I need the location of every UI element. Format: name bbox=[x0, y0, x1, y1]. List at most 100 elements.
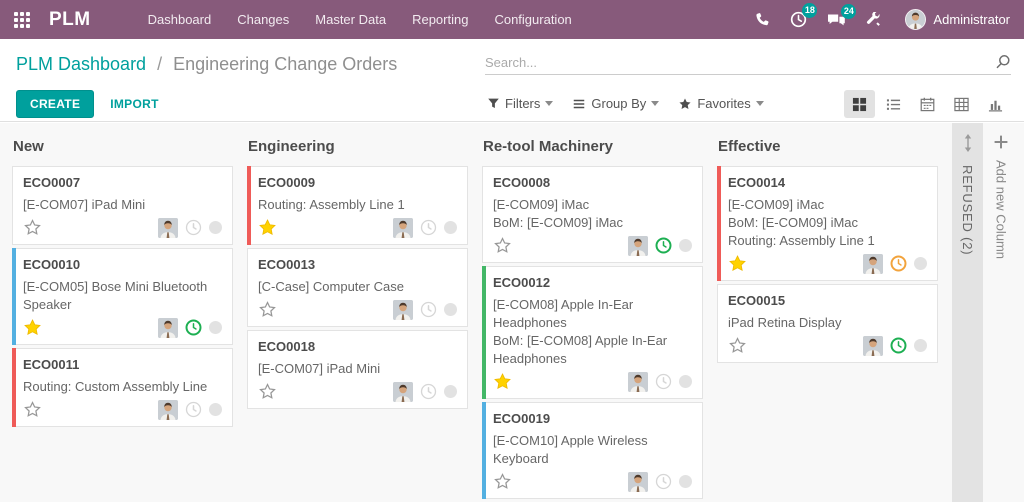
activity-clock-icon[interactable] bbox=[185, 219, 202, 236]
card-footer bbox=[493, 235, 692, 257]
kanban-state-dot[interactable] bbox=[679, 375, 692, 389]
activity-clock-icon[interactable] bbox=[655, 373, 672, 390]
card-description-line: BoM: [E-COM09] iMac bbox=[728, 214, 859, 230]
assignee-avatar[interactable] bbox=[628, 371, 648, 392]
kanban-columns: New ECO0007 [E-COM07] iPad Mini ECO0010 [E-C… bbox=[12, 123, 952, 502]
card-footer bbox=[258, 217, 457, 239]
tools-button[interactable] bbox=[856, 12, 891, 27]
search-icon[interactable] bbox=[995, 54, 1011, 70]
card-color-bar bbox=[717, 166, 721, 281]
assignee-avatar[interactable] bbox=[158, 217, 178, 238]
favorites-menu-button[interactable]: Favorites bbox=[678, 96, 764, 111]
app-brand[interactable]: PLM bbox=[49, 9, 91, 31]
kanban-state-dot[interactable] bbox=[444, 303, 457, 317]
create-button[interactable]: CREATE bbox=[16, 90, 95, 118]
kanban-card-eco0009[interactable]: ECO0009 Routing: Assembly Line 1 bbox=[247, 166, 468, 245]
priority-star-icon[interactable] bbox=[728, 336, 747, 355]
card-description-line: [E-COM05] Bose Mini Bluetooth Speaker bbox=[23, 278, 208, 312]
folded-column-refused[interactable]: REFUSED (2) bbox=[952, 123, 983, 502]
activities-button[interactable]: 18 bbox=[780, 3, 818, 28]
plus-icon bbox=[994, 135, 1008, 149]
kanban-state-dot[interactable] bbox=[444, 385, 457, 399]
card-footer-right bbox=[158, 217, 222, 238]
view-switch-list-button[interactable] bbox=[878, 90, 909, 118]
priority-star-icon[interactable] bbox=[258, 218, 277, 237]
kanban-card-eco0018[interactable]: ECO0018 [E-COM07] iPad Mini bbox=[247, 329, 468, 409]
view-switch-graph-button[interactable] bbox=[980, 90, 1011, 118]
kanban-state-dot[interactable] bbox=[914, 257, 927, 271]
priority-star-icon[interactable] bbox=[23, 218, 42, 237]
kanban-card-eco0010[interactable]: ECO0010 [E-COM05] Bose Mini Bluetooth Spe… bbox=[12, 247, 233, 345]
kanban-view-icon bbox=[852, 97, 867, 112]
card-description-line: [E-COM10] Apple Wireless Keyboard bbox=[493, 432, 648, 466]
kanban-state-dot[interactable] bbox=[209, 403, 222, 417]
group-by-menu-button[interactable]: Group By bbox=[572, 96, 660, 111]
kanban-state-dot[interactable] bbox=[679, 239, 692, 253]
breadcrumb-parent-link[interactable]: PLM Dashboard bbox=[16, 54, 146, 74]
priority-star-icon[interactable] bbox=[23, 318, 42, 337]
phone-icon[interactable] bbox=[744, 12, 780, 28]
filters-menu-button[interactable]: Filters bbox=[487, 96, 554, 111]
assignee-avatar[interactable] bbox=[628, 471, 648, 492]
priority-star-icon[interactable] bbox=[493, 236, 512, 255]
kanban-card-eco0007[interactable]: ECO0007 [E-COM07] iPad Mini bbox=[12, 166, 233, 245]
assignee-avatar[interactable] bbox=[863, 335, 883, 356]
kanban-card-eco0013[interactable]: ECO0013 [C-Case] Computer Case bbox=[247, 247, 468, 327]
activity-clock-icon[interactable] bbox=[185, 401, 202, 418]
kanban-card-eco0014[interactable]: ECO0014 [E-COM09] iMac BoM: [E-COM09] iMac… bbox=[717, 166, 938, 281]
card-description-line: iPad Retina Display bbox=[728, 314, 842, 330]
nav-item-changes[interactable]: Changes bbox=[224, 0, 302, 39]
activities-badge: 18 bbox=[802, 3, 818, 18]
view-switch-kanban-button[interactable] bbox=[844, 90, 875, 118]
view-switch-calendar-button[interactable] bbox=[912, 90, 943, 118]
assignee-avatar[interactable] bbox=[158, 317, 178, 338]
kanban-state-dot[interactable] bbox=[444, 221, 457, 235]
kanban-card-eco0015[interactable]: ECO0015 iPad Retina Display bbox=[717, 283, 938, 363]
priority-star-icon[interactable] bbox=[728, 254, 747, 273]
activity-clock-icon[interactable] bbox=[655, 237, 672, 254]
activity-clock-icon[interactable] bbox=[420, 383, 437, 400]
filter-menu-label: Group By bbox=[591, 96, 647, 111]
activity-clock-icon[interactable] bbox=[420, 301, 437, 318]
kanban-card-eco0012[interactable]: ECO0012 [E-COM08] Apple In-Ear Headphones… bbox=[482, 265, 703, 399]
search-input[interactable] bbox=[485, 54, 995, 70]
priority-star-icon[interactable] bbox=[258, 300, 277, 319]
view-switch-pivot-button[interactable] bbox=[946, 90, 977, 118]
assignee-avatar[interactable] bbox=[863, 253, 883, 274]
priority-star-icon[interactable] bbox=[493, 472, 512, 491]
user-menu[interactable]: Administrator bbox=[905, 9, 1010, 30]
add-new-column-button[interactable]: Add new Column bbox=[983, 123, 1019, 502]
priority-star-icon[interactable] bbox=[493, 372, 512, 391]
apps-grid-icon[interactable] bbox=[14, 11, 30, 28]
card-reference: ECO0013 bbox=[258, 256, 316, 272]
nav-item-master-data[interactable]: Master Data bbox=[302, 0, 399, 39]
kanban-state-dot[interactable] bbox=[914, 339, 927, 353]
kanban-state-dot[interactable] bbox=[679, 475, 692, 488]
kanban-card-eco0011[interactable]: ECO0011 Routing: Custom Assembly Line bbox=[12, 347, 233, 427]
nav-item-configuration[interactable]: Configuration bbox=[481, 0, 584, 39]
nav-item-reporting[interactable]: Reporting bbox=[399, 0, 481, 39]
card-footer bbox=[493, 471, 692, 493]
priority-star-icon[interactable] bbox=[23, 400, 42, 419]
nav-item-dashboard[interactable]: Dashboard bbox=[135, 0, 225, 39]
assignee-avatar[interactable] bbox=[158, 399, 178, 420]
assignee-avatar[interactable] bbox=[393, 217, 413, 238]
assignee-avatar[interactable] bbox=[393, 381, 413, 402]
activity-clock-icon[interactable] bbox=[655, 473, 672, 490]
activity-clock-icon[interactable] bbox=[890, 255, 907, 272]
card-description-line: BoM: [E-COM09] iMac bbox=[493, 214, 624, 230]
activity-clock-icon[interactable] bbox=[420, 219, 437, 236]
assignee-avatar[interactable] bbox=[393, 299, 413, 320]
activity-clock-icon[interactable] bbox=[890, 337, 907, 354]
messages-button[interactable]: 24 bbox=[817, 3, 857, 28]
kanban-card-eco0008[interactable]: ECO0008 [E-COM09] iMac BoM: [E-COM09] iMac bbox=[482, 166, 703, 263]
activity-clock-icon[interactable] bbox=[185, 319, 202, 336]
assignee-avatar[interactable] bbox=[628, 235, 648, 256]
kanban-state-dot[interactable] bbox=[209, 321, 222, 335]
kanban-board: New ECO0007 [E-COM07] iPad Mini ECO0010 [E-C… bbox=[0, 123, 1024, 502]
card-footer-right bbox=[158, 399, 222, 420]
kanban-card-eco0019[interactable]: ECO0019 [E-COM10] Apple Wireless Keyboard bbox=[482, 401, 703, 499]
kanban-state-dot[interactable] bbox=[209, 221, 222, 235]
import-button[interactable]: IMPORT bbox=[110, 97, 158, 111]
priority-star-icon[interactable] bbox=[258, 382, 277, 401]
